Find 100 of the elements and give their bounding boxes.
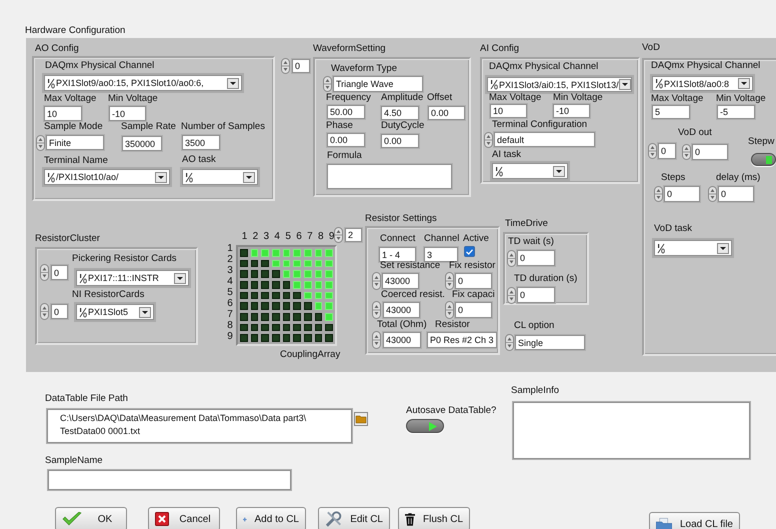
resource-dropdown[interactable]: PXI1Slot5: [76, 304, 154, 320]
toggle-switch[interactable]: [751, 153, 776, 166]
input-field[interactable]: 0: [517, 287, 555, 303]
led[interactable]: [304, 334, 312, 342]
led[interactable]: [240, 280, 248, 289]
spinner-control[interactable]: [281, 58, 290, 74]
led[interactable]: [250, 292, 258, 300]
index-field[interactable]: 0: [51, 265, 68, 280]
input-field[interactable]: 0: [692, 144, 728, 160]
spinner-control[interactable]: [654, 186, 663, 202]
led[interactable]: [250, 260, 258, 268]
spinner-control[interactable]: [445, 301, 454, 319]
led[interactable]: [282, 324, 290, 332]
led[interactable]: [272, 270, 280, 278]
led[interactable]: [272, 280, 280, 289]
input-field[interactable]: 0.00: [428, 106, 465, 120]
index-field[interactable]: 2: [345, 228, 362, 242]
spinner-control[interactable]: [372, 272, 381, 290]
toggle-switch[interactable]: [406, 419, 444, 433]
input-field[interactable]: 43000: [382, 273, 419, 289]
action-button[interactable]: OK: [55, 507, 127, 529]
input-field[interactable]: -5: [717, 105, 755, 119]
led[interactable]: [250, 302, 258, 310]
led[interactable]: [293, 312, 301, 321]
led[interactable]: [261, 312, 269, 321]
led[interactable]: [272, 302, 280, 310]
folder-icon[interactable]: [354, 412, 368, 426]
input-field[interactable]: 0: [718, 186, 754, 202]
action-button[interactable]: Cancel: [148, 507, 220, 529]
input-field[interactable]: 4.50: [381, 106, 419, 120]
led[interactable]: [261, 280, 269, 289]
index-field[interactable]: 0: [658, 143, 676, 159]
channel-dropdown[interactable]: PXI1Slot9/ao0:15, PXI1Slot10/ao0:6,: [44, 75, 242, 91]
led[interactable]: [282, 280, 290, 289]
led[interactable]: [314, 312, 322, 321]
led[interactable]: [304, 324, 312, 332]
action-button[interactable]: Flush CL: [398, 507, 470, 529]
name-field[interactable]: [48, 470, 291, 490]
input-field[interactable]: 43000: [383, 332, 421, 348]
led[interactable]: [240, 292, 248, 300]
task-dropdown[interactable]: [492, 163, 568, 179]
spinner-control[interactable]: [40, 303, 49, 320]
input-field[interactable]: 10: [44, 106, 82, 121]
input-field[interactable]: P0 Res #2 Ch 3: [427, 332, 497, 348]
input-field[interactable]: 5: [652, 105, 690, 119]
checkbox[interactable]: [464, 246, 475, 257]
led[interactable]: [250, 334, 258, 342]
action-button[interactable]: Edit CL: [318, 507, 390, 529]
spinner-control[interactable]: [334, 227, 343, 243]
input-field[interactable]: -10: [109, 106, 146, 121]
channel-dropdown[interactable]: PXI1Slot3/ai0:15, PXI1Slot13/: [487, 77, 632, 92]
task-dropdown[interactable]: [182, 169, 258, 185]
led[interactable]: [304, 312, 312, 321]
led[interactable]: [250, 312, 258, 321]
spinner-control[interactable]: [484, 132, 493, 148]
led[interactable]: [240, 312, 248, 321]
input-field[interactable]: -10: [553, 104, 590, 118]
input-field[interactable]: 0.00: [381, 134, 419, 148]
input-field[interactable]: 0: [664, 186, 700, 202]
input-field[interactable]: 43000: [383, 302, 420, 318]
spinner-control[interactable]: [36, 135, 45, 151]
led[interactable]: [240, 260, 248, 268]
led[interactable]: [304, 302, 312, 310]
led[interactable]: [282, 302, 290, 310]
led[interactable]: [293, 324, 301, 332]
action-button[interactable]: Add to CL: [236, 507, 306, 529]
path-field[interactable]: C:\Users\DAQ\Data\Measurement Data\Tommaso\Data part3\ TestData00 0001.txt: [47, 409, 352, 443]
channel-dropdown[interactable]: PXI1Slot8/ao0:8: [652, 76, 753, 91]
info-text-area[interactable]: [513, 402, 750, 459]
spinner-control[interactable]: [648, 143, 657, 159]
spinner-control[interactable]: [445, 272, 454, 290]
led[interactable]: [240, 324, 248, 332]
task-dropdown[interactable]: [654, 240, 732, 256]
led[interactable]: [282, 312, 290, 321]
input-field[interactable]: 0.00: [327, 133, 365, 147]
led[interactable]: [272, 312, 280, 321]
spinner-control[interactable]: [323, 76, 332, 92]
led[interactable]: [325, 324, 333, 332]
resource-dropdown[interactable]: PXI17::11::INSTR: [76, 270, 189, 286]
led[interactable]: [272, 334, 280, 342]
spinner-control[interactable]: [708, 186, 717, 202]
input-field[interactable]: 0: [517, 250, 555, 266]
ring-field[interactable]: Triangle Wave: [333, 76, 423, 92]
led[interactable]: [250, 280, 258, 289]
input-field[interactable]: 50.00: [327, 105, 365, 119]
led[interactable]: [282, 292, 290, 300]
led[interactable]: [282, 334, 290, 342]
spinner-control[interactable]: [682, 144, 691, 160]
spinner-control[interactable]: [507, 287, 516, 304]
led[interactable]: [250, 324, 258, 332]
input-field[interactable]: 3500: [182, 135, 220, 150]
input-field[interactable]: 0: [455, 302, 492, 318]
led[interactable]: [293, 292, 301, 300]
spinner-control[interactable]: [40, 264, 49, 281]
led[interactable]: [314, 324, 322, 332]
input-field[interactable]: 10: [490, 104, 527, 118]
index-field[interactable]: 0: [292, 59, 310, 73]
spinner-control[interactable]: [507, 250, 516, 267]
led[interactable]: [261, 292, 269, 300]
led[interactable]: [250, 270, 258, 278]
